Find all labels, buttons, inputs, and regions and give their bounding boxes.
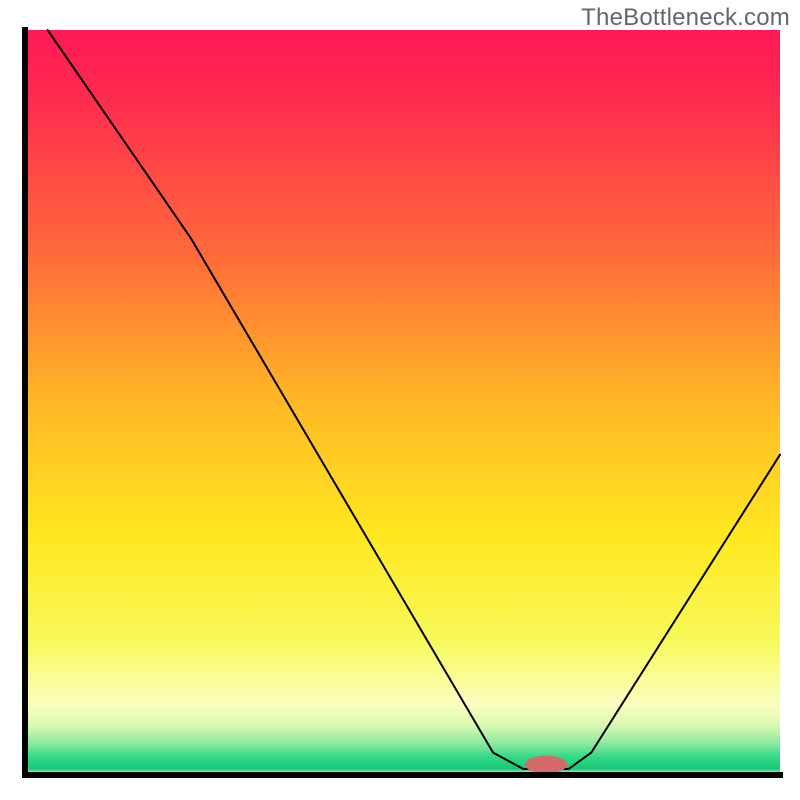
gradient-background xyxy=(25,30,780,775)
chart-frame: TheBottleneck.com xyxy=(0,0,800,800)
watermark-text: TheBottleneck.com xyxy=(581,4,790,32)
bottleneck-chart xyxy=(0,0,800,800)
optimal-point-marker xyxy=(525,756,567,774)
